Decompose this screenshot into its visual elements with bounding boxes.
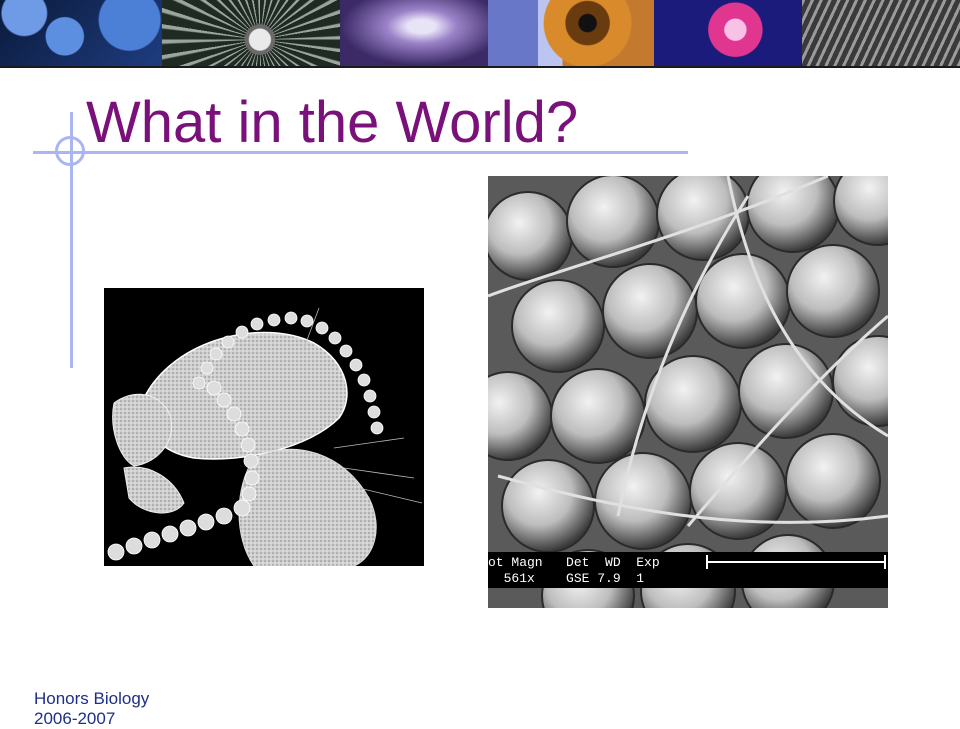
decorative-crosshair-circle	[55, 136, 85, 166]
slide-title: What in the World?	[86, 90, 579, 155]
footer-line-2: 2006-2007	[34, 709, 116, 728]
sem-caption-row-2: 561x GSE 7.9 1	[488, 571, 645, 586]
insect-sem-image	[104, 288, 424, 566]
banner-image-bacteria	[0, 0, 162, 66]
banner-image-shell	[802, 0, 960, 66]
compound-eye-sem-image: ot Magn Det WD Exp 561x GSE 7.9 1	[488, 176, 888, 608]
banner-image-pink-cell	[654, 0, 802, 66]
banner-image-eye	[488, 0, 654, 66]
banner-image-cell	[162, 0, 340, 66]
sem-image-caption: ot Magn Det WD Exp 561x GSE 7.9 1	[488, 552, 888, 588]
sem-scale-bar	[706, 561, 886, 563]
sem-caption-row-1: ot Magn Det WD Exp	[488, 555, 660, 570]
footer-line-1: Honors Biology	[34, 689, 150, 708]
banner-image-purple-cell	[340, 0, 488, 66]
slide-footer: Honors Biology 2006-2007	[34, 689, 149, 729]
header-banner	[0, 0, 960, 68]
sem-scale-tick-left	[706, 555, 708, 569]
sem-scale-tick-right	[884, 555, 886, 569]
